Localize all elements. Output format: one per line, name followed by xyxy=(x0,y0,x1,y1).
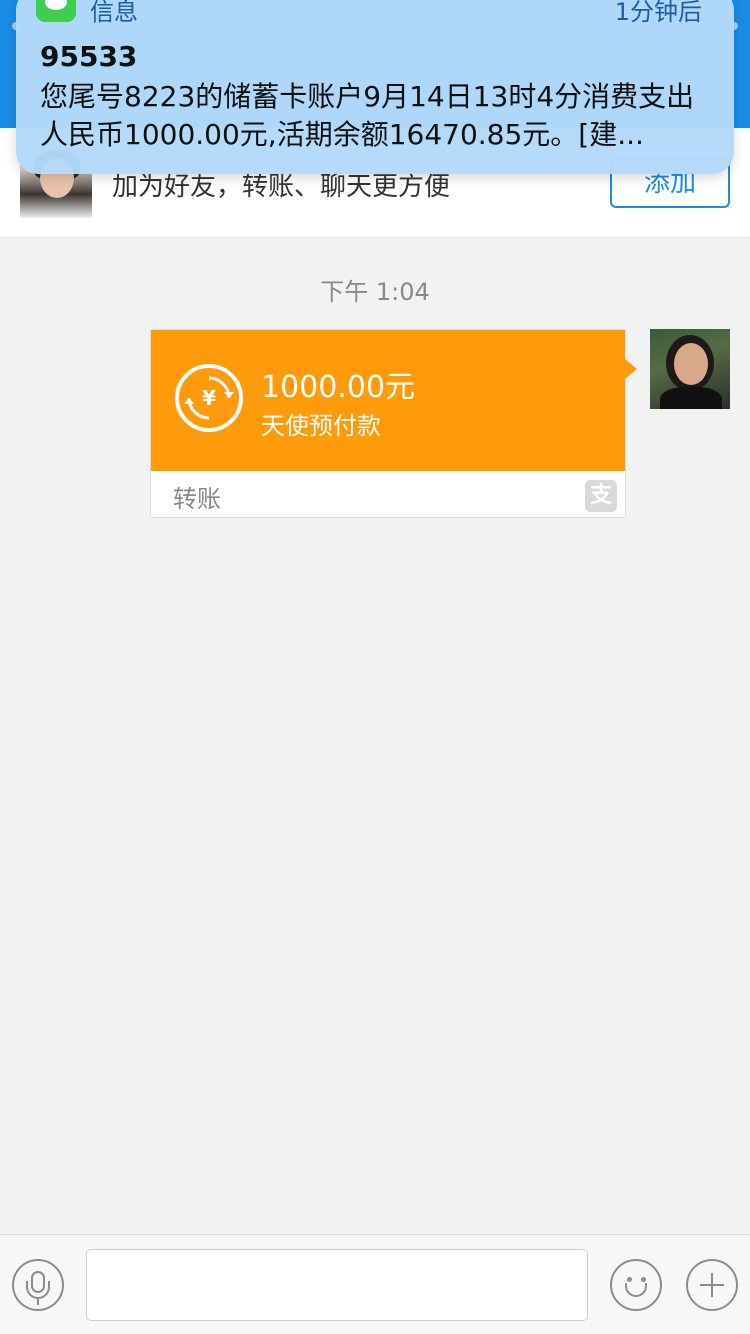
messages-app-icon xyxy=(36,0,76,22)
notification-sender: 95533 xyxy=(40,40,138,73)
emoji-icon[interactable] xyxy=(610,1259,662,1311)
plus-icon[interactable] xyxy=(686,1259,738,1311)
notification-time: 1分钟后 xyxy=(614,0,702,26)
transfer-label: 转账 xyxy=(173,485,221,513)
message-timestamp: 下午 1:04 xyxy=(320,278,430,306)
transfer-card-footer: 转账 支 xyxy=(151,471,625,518)
transfer-message[interactable]: ¥ 1000.00元 天使预付款 转账 支 xyxy=(150,329,626,518)
transfer-note: 天使预付款 xyxy=(261,412,381,440)
svg-text:¥: ¥ xyxy=(202,386,216,410)
alipay-icon: 支 xyxy=(585,480,617,512)
message-input[interactable] xyxy=(86,1249,588,1321)
chat-area[interactable]: 下午 1:04 ¥ 1000.00元 天使预付款 转账 支 xyxy=(0,238,750,1234)
voice-input-icon[interactable] xyxy=(12,1259,64,1311)
transfer-card-header: ¥ 1000.00元 天使预付款 xyxy=(151,330,625,471)
notification-app-name: 信息 xyxy=(90,0,138,26)
input-bar xyxy=(0,1234,750,1334)
my-avatar[interactable] xyxy=(650,329,730,409)
sms-notification[interactable]: 信息 1分钟后 95533 您尾号8223的储蓄卡账户9月14日13时4分消费支… xyxy=(16,0,734,174)
notification-body: 您尾号8223的储蓄卡账户9月14日13时4分消费支出人民币1000.00元,活… xyxy=(40,80,695,151)
transfer-yuan-icon: ¥ xyxy=(175,364,243,432)
transfer-amount: 1000.00元 xyxy=(261,370,416,405)
bubble-arrow xyxy=(625,359,637,379)
